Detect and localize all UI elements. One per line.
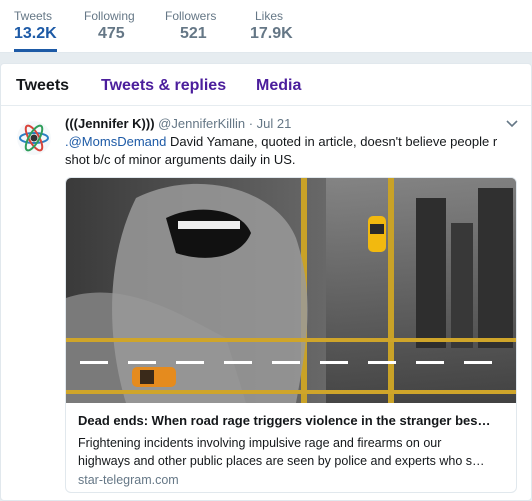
tweet-text-line1: David Yamane, quoted in article, doesn't… [166, 134, 498, 149]
stat-followers-label: Followers [165, 9, 217, 23]
stat-tweets-label: Tweets [14, 9, 53, 23]
author-handle[interactable]: @JenniferKillin [158, 116, 245, 131]
stat-followers[interactable]: Followers 521 [165, 8, 216, 44]
tweet-header: (((Jennifer K))) @JenniferKillin · Jul 2… [65, 115, 291, 133]
link-card-image[interactable] [66, 178, 516, 403]
tweet-text-line2: shot b/c of minor arguments daily in US. [65, 152, 296, 167]
link-card-description-line1: Frightening incidents involving impulsiv… [78, 436, 442, 450]
stat-following-label: Following [84, 9, 135, 23]
link-card-description-line2: highways and other public places are see… [78, 454, 485, 468]
stat-tweets[interactable]: Tweets 13.2K [14, 8, 57, 52]
stat-likes-value: 17.9K [250, 25, 293, 42]
tab-tweets-and-replies[interactable]: Tweets & replies [101, 76, 226, 96]
link-card-domain: star-telegram.com [78, 473, 179, 487]
stat-following[interactable]: Following 475 [84, 8, 135, 44]
link-card[interactable]: Dead ends: When road rage triggers viole… [65, 177, 517, 493]
stat-followers-value: 521 [180, 25, 207, 42]
tab-tweets[interactable]: Tweets [16, 76, 69, 96]
atom-avatar-icon[interactable] [17, 121, 51, 155]
header-separator: · [248, 116, 254, 131]
tweet-text: .@MomsDemand David Yamane, quoted in art… [65, 133, 505, 169]
author-name[interactable]: (((Jennifer K))) [65, 116, 155, 131]
stat-likes[interactable]: Likes 17.9K [250, 8, 293, 44]
stat-following-value: 475 [98, 25, 125, 42]
link-card-description: Frightening incidents involving impulsiv… [78, 434, 508, 470]
stat-likes-label: Likes [255, 9, 284, 23]
profile-stats-bar: Tweets 13.2K Following 475 Followers 521… [0, 0, 532, 53]
chevron-down-icon[interactable] [505, 117, 519, 131]
stat-tweets-value: 13.2K [14, 25, 57, 42]
link-card-title: Dead ends: When road rage triggers viole… [78, 413, 491, 428]
timeline-card: Tweets Tweets & replies Media (((Jennife… [0, 63, 532, 501]
timeline-tabs: Tweets Tweets & replies Media [1, 64, 531, 106]
mention-link[interactable]: .@MomsDemand [65, 134, 166, 149]
tab-media[interactable]: Media [256, 76, 301, 96]
tweet-timestamp[interactable]: Jul 21 [257, 116, 292, 131]
